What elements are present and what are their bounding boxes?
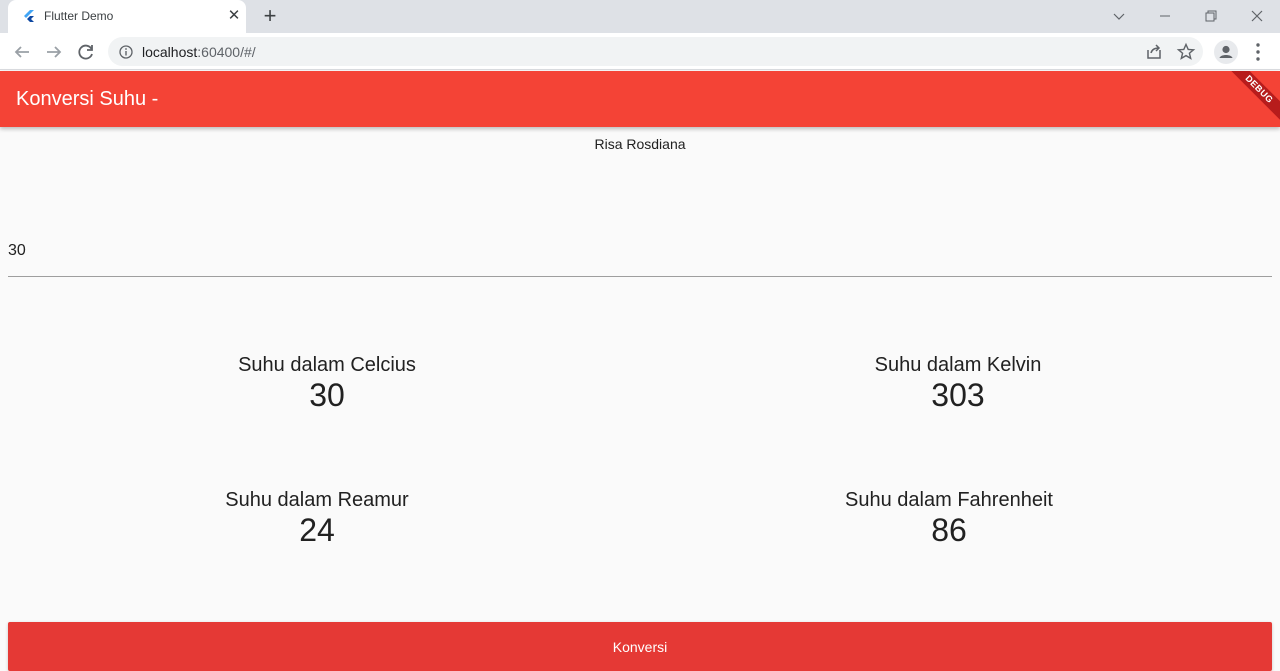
close-window-icon[interactable] — [1246, 5, 1268, 27]
browser-tab-strip: Flutter Demo ✕ + — [0, 0, 1280, 33]
url-path: :60400/#/ — [197, 44, 256, 60]
result-kelvin: Suhu dalam Kelvin 303 — [838, 353, 1078, 413]
browser-tab[interactable]: Flutter Demo ✕ — [8, 0, 246, 33]
url-text: localhost:60400/#/ — [142, 44, 256, 60]
restore-icon[interactable] — [1200, 5, 1222, 27]
result-celcius-label: Suhu dalam Celcius — [238, 354, 416, 376]
profile-avatar-icon[interactable] — [1214, 40, 1238, 64]
result-celcius: Suhu dalam Celcius 30 — [207, 353, 447, 413]
tab-title: Flutter Demo — [44, 9, 114, 23]
result-fahrenheit-label: Suhu dalam Fahrenheit — [845, 489, 1053, 511]
result-kelvin-label: Suhu dalam Kelvin — [874, 354, 1042, 376]
new-tab-icon[interactable]: + — [259, 5, 281, 27]
tab-search-icon[interactable] — [1108, 5, 1130, 27]
result-kelvin-value: 303 — [931, 377, 985, 413]
minimize-icon[interactable] — [1154, 5, 1176, 27]
result-reamur: Suhu dalam Reamur 24 — [197, 488, 437, 548]
result-fahrenheit-value: 86 — [931, 512, 967, 548]
reload-icon[interactable] — [74, 40, 98, 64]
debug-banner: DEBUG — [1223, 71, 1280, 125]
tab-close-icon[interactable]: ✕ — [224, 6, 244, 26]
result-reamur-label: Suhu dalam Reamur — [225, 489, 409, 511]
browser-toolbar: localhost:60400/#/ — [0, 33, 1280, 70]
app-bar: Konversi Suhu - DEBUG — [0, 71, 1280, 127]
author-name: Risa Rosdiana — [594, 136, 686, 152]
back-icon[interactable] — [10, 40, 34, 64]
result-fahrenheit: Suhu dalam Fahrenheit 86 — [819, 488, 1079, 548]
forward-icon[interactable] — [42, 40, 66, 64]
temperature-input-field[interactable] — [8, 236, 1272, 277]
more-options-icon[interactable] — [1248, 40, 1268, 64]
result-reamur-value: 24 — [299, 512, 335, 548]
address-bar[interactable]: localhost:60400/#/ — [108, 37, 1203, 66]
temperature-input[interactable] — [8, 242, 1272, 260]
share-icon[interactable] — [1144, 42, 1164, 62]
info-icon[interactable] — [119, 45, 133, 59]
result-celcius-value: 30 — [309, 377, 345, 413]
app-bar-title: Konversi Suhu - — [16, 88, 159, 110]
star-icon[interactable] — [1176, 42, 1196, 62]
convert-button[interactable]: Konversi — [8, 622, 1272, 671]
flutter-icon — [24, 10, 34, 22]
url-host: localhost — [142, 44, 198, 60]
